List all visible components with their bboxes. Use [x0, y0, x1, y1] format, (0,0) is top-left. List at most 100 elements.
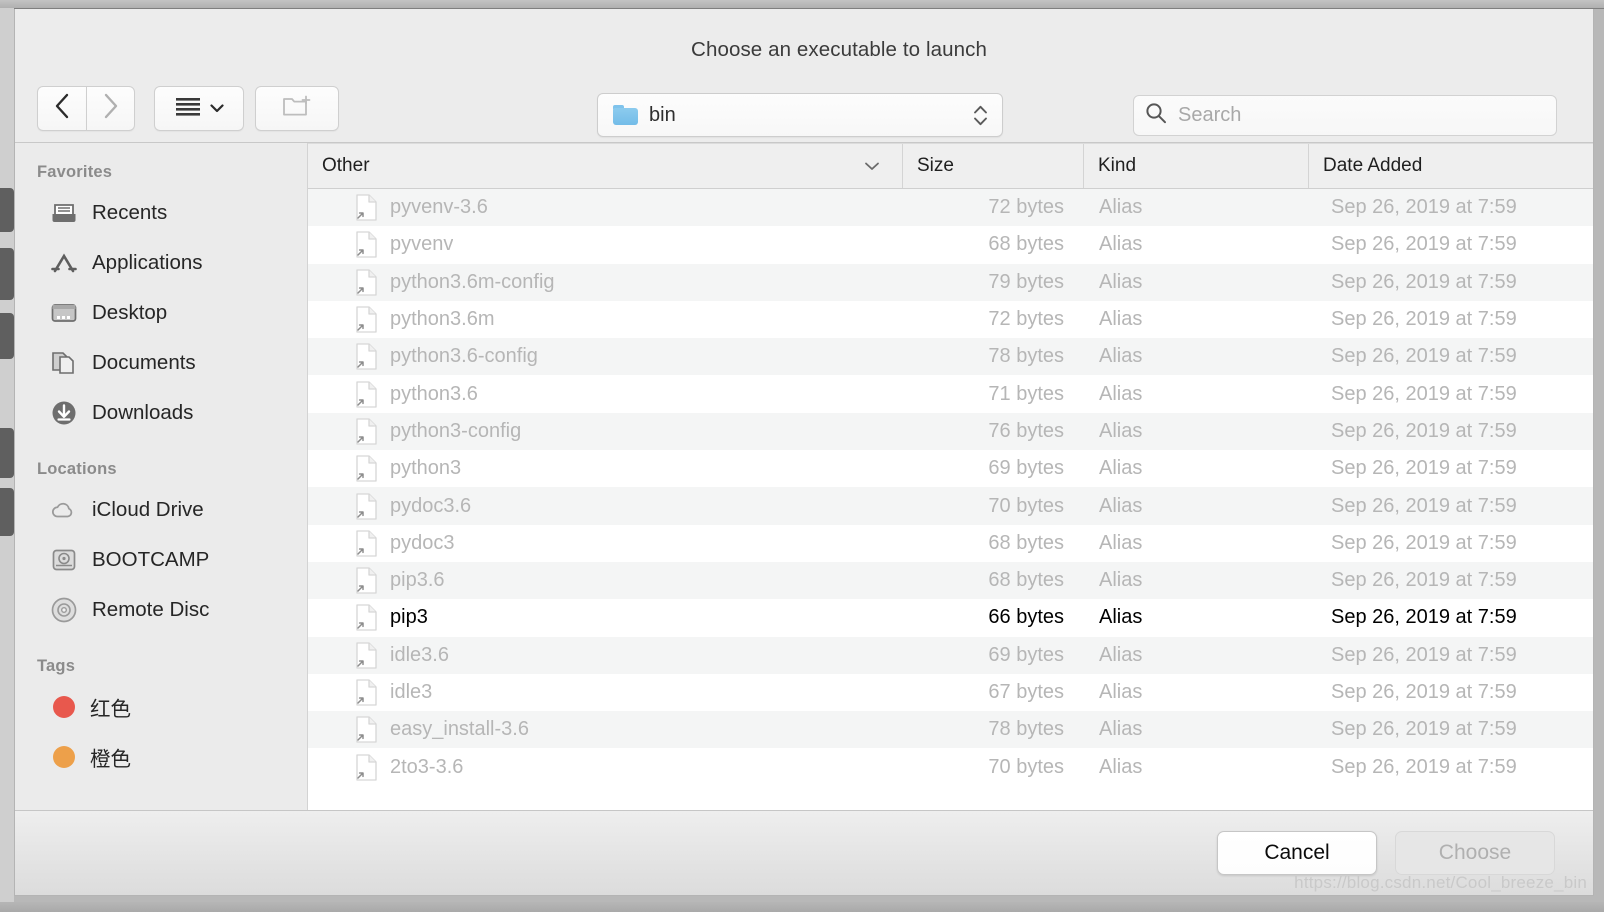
file-row[interactable]: pip3.6 68 bytes Alias Sep 26, 2019 at 7:59	[308, 561, 1593, 600]
sidebar-item-tag-red[interactable]: 红色	[15, 682, 307, 732]
sidebar-item-applications[interactable]: Applications	[15, 238, 307, 288]
column-header-label: Kind	[1098, 155, 1137, 176]
file-name: pip3.6	[390, 569, 445, 592]
column-header-kind[interactable]: Kind	[1084, 144, 1309, 188]
tag-dot-icon	[53, 746, 75, 768]
file-row[interactable]: pyvenv-3.6 72 bytes Alias Sep 26, 2019 at 7…	[308, 189, 1593, 227]
sidebar-item-label: Downloads	[92, 401, 194, 424]
file-row[interactable]: python3.6-config 78 bytes Alias Sep 26, 201…	[308, 338, 1593, 376]
file-row[interactable]: pydoc3 68 bytes Alias Sep 26, 2019 at 7:59	[308, 524, 1593, 562]
alias-document-icon	[356, 530, 377, 557]
alias-document-icon	[356, 753, 377, 781]
back-button[interactable]	[37, 86, 86, 131]
file-name: python3	[390, 457, 462, 480]
background-left-sliver	[0, 8, 14, 904]
view-options-button-group	[154, 86, 244, 131]
file-name-cell: pip3	[308, 604, 903, 632]
file-date-cell: Sep 26, 2019 at 7:59	[1331, 531, 1517, 554]
column-header-label: Date Added	[1323, 155, 1423, 176]
search-input[interactable]: Search	[1178, 104, 1241, 127]
forward-button[interactable]	[86, 86, 135, 131]
sidebar-item-recents[interactable]: Recents	[15, 188, 307, 238]
file-row[interactable]: idle3 67 bytes Alias Sep 26, 2019 at 7:59	[308, 673, 1593, 712]
file-name-cell: python3	[308, 455, 903, 482]
file-size-cell: 66 bytes	[988, 606, 1064, 629]
sidebar-item-label: 橙色	[90, 748, 131, 771]
file-name-cell: pydoc3.6	[308, 492, 903, 520]
chevron-down-icon	[864, 155, 880, 177]
column-header-date-added[interactable]: Date Added	[1309, 144, 1593, 188]
alias-document-icon	[356, 716, 377, 743]
column-header-label: Other	[322, 155, 370, 176]
file-row[interactable]: idle3.6 69 bytes Alias Sep 26, 2019 at 7:59	[308, 636, 1593, 674]
file-kind-cell: Alias	[1099, 755, 1143, 778]
choose-button[interactable]: Choose	[1395, 831, 1555, 875]
sidebar-item-icloud-drive[interactable]: iCloud Drive	[15, 485, 307, 535]
file-kind-cell: Alias	[1099, 308, 1143, 331]
file-row[interactable]: pip3 66 bytes Alias Sep 26, 2019 at 7:59	[308, 599, 1593, 637]
file-kind-cell: Alias	[1099, 419, 1143, 442]
file-row[interactable]: python3-config 76 bytes Alias Sep 26, 2019 …	[308, 412, 1593, 451]
dialog-title: Choose an executable to launch	[691, 38, 987, 61]
file-date-cell: Sep 26, 2019 at 7:59	[1331, 606, 1517, 629]
file-row[interactable]: python3.6m 72 bytes Alias Sep 26, 2019 at 7…	[308, 300, 1593, 339]
search-field[interactable]: Search	[1133, 95, 1557, 136]
file-name-cell: python3.6m-config	[308, 269, 903, 296]
alias-document-icon	[356, 380, 377, 408]
file-kind-cell: Alias	[1099, 345, 1143, 368]
file-kind-cell: Alias	[1099, 233, 1143, 256]
list-view-button[interactable]	[154, 86, 244, 131]
chevron-down-icon	[209, 100, 224, 118]
file-name: idle3	[390, 681, 433, 703]
file-name: python3.6	[390, 382, 478, 405]
optical-disc-icon	[51, 597, 77, 623]
file-name-cell: idle3	[308, 679, 903, 706]
file-row[interactable]: 2to3-3.6 70 bytes Alias Sep 26, 2019 at 7:5…	[308, 748, 1593, 786]
file-name: python3.6m-config	[390, 270, 555, 293]
file-date-cell: Sep 26, 2019 at 7:59	[1331, 233, 1517, 256]
file-date-cell: Sep 26, 2019 at 7:59	[1331, 755, 1517, 778]
file-name-cell: pydoc3	[308, 530, 903, 557]
new-folder-button-group	[255, 86, 339, 131]
file-row[interactable]: python3 69 bytes Alias Sep 26, 2019 at 7:59	[308, 450, 1593, 488]
cancel-button[interactable]: Cancel	[1217, 831, 1377, 875]
file-name: easy_install-3.6	[390, 718, 529, 741]
column-header-size[interactable]: Size	[903, 144, 1084, 188]
sidebar-item-desktop[interactable]: Desktop	[15, 288, 307, 338]
folder-icon	[613, 105, 638, 125]
dialog-toolbar: Choose an executable to launch bin Searc…	[15, 9, 1593, 143]
sidebar-item-bootcamp[interactable]: BOOTCAMP	[15, 535, 307, 585]
file-row[interactable]: pydoc3.6 70 bytes Alias Sep 26, 2019 at 7:5…	[308, 487, 1593, 525]
sidebar-item-remote-disc[interactable]: Remote Disc	[15, 585, 307, 635]
current-folder-popup[interactable]: bin	[597, 93, 1003, 137]
sidebar-item-documents[interactable]: Documents	[15, 338, 307, 388]
alias-document-icon	[356, 306, 377, 333]
sidebar-section-header-favorites: Favorites	[37, 163, 113, 181]
alias-document-icon	[356, 642, 377, 669]
file-date-cell: Sep 26, 2019 at 7:59	[1331, 569, 1517, 592]
sidebar-item-downloads[interactable]: Downloads	[15, 388, 307, 438]
alias-document-icon	[356, 604, 377, 632]
file-list-rows[interactable]: pyvenv-3.6 72 bytes Alias Sep 26, 2019 at 7…	[308, 189, 1593, 810]
file-name-cell: python3.6m	[308, 306, 903, 333]
file-kind-cell: Alias	[1099, 606, 1143, 629]
file-row[interactable]: pyvenv 68 bytes Alias Sep 26, 2019 at 7:59	[308, 226, 1593, 264]
file-size-cell: 78 bytes	[988, 718, 1064, 741]
file-row[interactable]: python3.6 71 bytes Alias Sep 26, 2019 at 7:…	[308, 375, 1593, 413]
file-name-cell: python3.6-config	[308, 343, 903, 370]
tag-dot-icon	[53, 696, 75, 718]
new-folder-button[interactable]	[255, 86, 339, 131]
file-name-cell: idle3.6	[308, 642, 903, 669]
downloads-icon	[51, 400, 77, 426]
documents-icon	[51, 350, 77, 376]
file-date-cell: Sep 26, 2019 at 7:59	[1331, 382, 1517, 405]
column-header-name[interactable]: Other	[308, 144, 903, 188]
file-row[interactable]: python3.6m-config 79 bytes Alias Sep 26, 20…	[308, 263, 1593, 301]
file-row[interactable]: easy_install-3.6 78 bytes Alias Sep 26, 201…	[308, 711, 1593, 749]
sidebar-item-tag-orange[interactable]: 橙色	[15, 732, 307, 782]
file-size-cell: 69 bytes	[988, 643, 1064, 666]
search-icon	[1144, 101, 1168, 130]
file-size-cell: 79 bytes	[988, 270, 1064, 293]
alias-document-icon	[356, 679, 377, 706]
file-size-cell: 69 bytes	[988, 457, 1064, 480]
